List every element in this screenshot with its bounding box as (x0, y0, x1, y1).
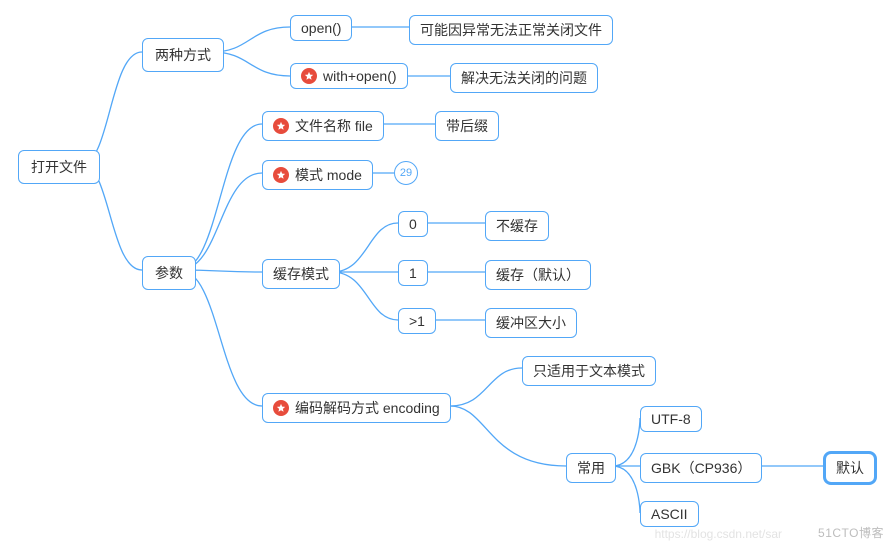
node-open-note[interactable]: 可能因异常无法正常关闭文件 (409, 15, 613, 45)
node-open[interactable]: open() (290, 15, 352, 41)
node-b0[interactable]: 0 (398, 211, 428, 237)
star-icon (273, 400, 289, 416)
node-bgt1-note[interactable]: 缓冲区大小 (485, 308, 577, 338)
node-label: 缓存（默认） (496, 265, 580, 285)
node-b0-note[interactable]: 不缓存 (485, 211, 549, 241)
watermark-text: 51CTO博客 (818, 524, 884, 541)
node-label: 缓存模式 (273, 264, 329, 284)
node-withopen-note[interactable]: 解决无法关闭的问题 (450, 63, 598, 93)
star-icon (273, 167, 289, 183)
node-enc-ascii[interactable]: ASCII (640, 501, 699, 527)
node-label: 打开文件 (31, 157, 87, 177)
node-label: GBK（CP936） (651, 458, 751, 478)
node-label: 0 (409, 216, 417, 232)
node-params[interactable]: 参数 (142, 256, 196, 290)
badge-mode-count[interactable]: 29 (394, 161, 418, 185)
node-label: 文件名称 file (295, 116, 373, 136)
node-enc-gbk[interactable]: GBK（CP936） (640, 453, 762, 483)
node-ways[interactable]: 两种方式 (142, 38, 224, 72)
node-filename-note[interactable]: 带后缀 (435, 111, 499, 141)
node-label: 可能因异常无法正常关闭文件 (420, 20, 602, 40)
node-filename[interactable]: 文件名称 file (262, 111, 384, 141)
node-b1[interactable]: 1 (398, 260, 428, 286)
star-icon (273, 118, 289, 134)
node-label: >1 (409, 313, 425, 329)
node-label: ASCII (651, 506, 688, 522)
node-enc-default[interactable]: 默认 (825, 453, 875, 483)
node-label: 带后缀 (446, 116, 488, 136)
node-label: 解决无法关闭的问题 (461, 68, 587, 88)
watermark-faint: https://blog.csdn.net/sar (655, 527, 782, 541)
node-root[interactable]: 打开文件 (18, 150, 100, 184)
node-enc-textonly[interactable]: 只适用于文本模式 (522, 356, 656, 386)
node-label: 默认 (836, 458, 864, 478)
node-label: 常用 (577, 458, 605, 478)
node-label: 缓冲区大小 (496, 313, 566, 333)
node-label: 两种方式 (155, 45, 211, 65)
star-icon (301, 68, 317, 84)
node-buffer[interactable]: 缓存模式 (262, 259, 340, 289)
node-encoding[interactable]: 编码解码方式 encoding (262, 393, 451, 423)
node-withopen[interactable]: with+open() (290, 63, 408, 89)
node-label: 不缓存 (496, 216, 538, 236)
node-enc-utf8[interactable]: UTF-8 (640, 406, 702, 432)
node-label: 只适用于文本模式 (533, 361, 645, 381)
node-label: open() (301, 20, 341, 36)
node-label: 参数 (155, 263, 183, 283)
node-bgt1[interactable]: >1 (398, 308, 436, 334)
node-label: 编码解码方式 encoding (295, 398, 440, 418)
node-b1-note[interactable]: 缓存（默认） (485, 260, 591, 290)
node-label: UTF-8 (651, 411, 691, 427)
node-mode[interactable]: 模式 mode (262, 160, 373, 190)
node-label: with+open() (323, 68, 397, 84)
node-label: 模式 mode (295, 165, 362, 185)
node-label: 1 (409, 265, 417, 281)
node-enc-common[interactable]: 常用 (566, 453, 616, 483)
